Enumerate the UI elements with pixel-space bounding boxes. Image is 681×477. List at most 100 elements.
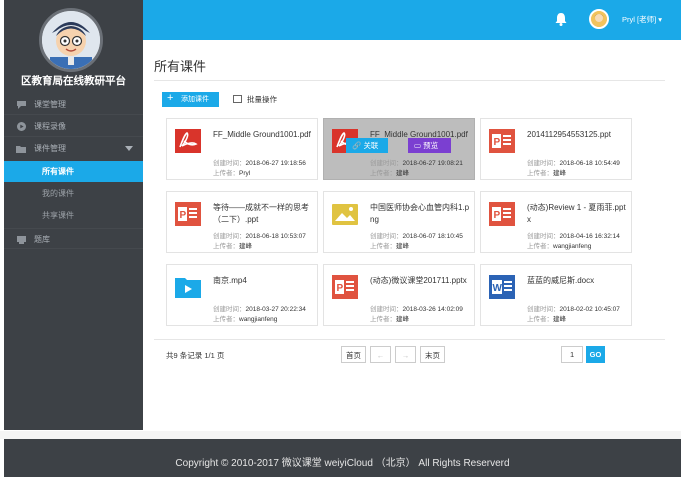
created-value: 2018-02-02 10:45:07 [559, 306, 620, 313]
image-file-icon [332, 202, 358, 226]
pdf-file-icon [175, 129, 201, 153]
sidebar-item-label: 题库 [34, 235, 50, 244]
uploader: 上传者：wangjianfeng [213, 313, 277, 323]
sidebar-item-label: 课堂管理 [34, 100, 66, 109]
plus-icon: + [167, 92, 174, 104]
preview-icon: ▭ [414, 141, 424, 150]
sidebar-item-label: 课程录像 [34, 122, 66, 131]
uploader: 上传者：建峰 [527, 313, 566, 323]
courseware-card[interactable]: P 等待——成就不一样的思考（二下）.ppt 创建时间：2018-06-18 10:… [166, 191, 318, 253]
sidebar-subitem-shared-courseware[interactable]: 共享课件 [4, 205, 143, 226]
page-number-input[interactable]: 1 [561, 346, 583, 363]
courseware-card[interactable]: W 蓝蓝的威尼斯.docx 创建时间：2018-02-02 10:45:07 上传者：… [480, 264, 632, 326]
uploader-label: 上传者： [213, 170, 239, 177]
created-value: 2018-03-27 20:22:34 [245, 306, 306, 313]
sidebar-item-library[interactable]: 题库 [4, 228, 143, 249]
add-courseware-button[interactable]: + 添加课件 [162, 92, 219, 107]
sidebar-subitem-my-courseware[interactable]: 我的课件 [4, 183, 143, 204]
platform-avatar [39, 8, 103, 72]
uploader: 上传者：Pryl [213, 167, 250, 177]
uploader-value: wangjianfeng [553, 243, 592, 250]
uploader-label: 上传者： [370, 170, 396, 177]
ppt-file-icon: P [489, 202, 515, 226]
courseware-name[interactable]: 南京.mp4 [213, 275, 313, 287]
uploader-label: 上传者： [527, 243, 553, 250]
created-value: 2018-06-18 10:54:49 [559, 160, 620, 167]
sidebar-subitem-all-courseware[interactable]: 所有课件 [4, 161, 143, 182]
footer: Copyright © 2010-2017 微议课堂 weiyiCloud （北… [4, 439, 681, 477]
user-avatar[interactable] [589, 9, 609, 29]
created-time: 创建时间：2018-02-02 10:45:07 [527, 303, 620, 313]
uploader: 上传者：建峰 [370, 313, 409, 323]
courseware-card[interactable]: 中国医师协会心血管内科1.png 创建时间：2018-06-07 18:10:45… [323, 191, 475, 253]
bell-icon[interactable] [554, 12, 568, 26]
courseware-name[interactable]: 等待——成就不一样的思考（二下）.ppt [213, 202, 313, 226]
sidebar-subitem-label: 我的课件 [42, 189, 74, 198]
courseware-card[interactable]: 南京.mp4 创建时间：2018-03-27 20:22:34 上传者：wangji… [166, 264, 318, 326]
svg-text:W: W [493, 283, 503, 294]
created-label: 创建时间： [370, 306, 403, 313]
user-menu[interactable]: Pryl [老师] ▾ [622, 14, 662, 25]
page-title: 所有课件 [154, 59, 207, 74]
courseware-card[interactable]: FF_Middle Ground1001.pdf 创建时间：2018-06-27 … [323, 118, 475, 180]
created-time: 创建时间：2018-06-18 10:54:49 [527, 157, 620, 167]
uploader: 上传者：建峰 [370, 240, 409, 250]
courseware-name[interactable]: FF_Middle Ground1001.pdf [213, 129, 313, 141]
preview-button[interactable]: ▭ 预览 [408, 138, 451, 153]
created-time: 创建时间：2018-06-07 18:10:45 [370, 230, 463, 240]
uploader-label: 上传者： [213, 243, 239, 250]
uploader: 上传者：建峰 [370, 167, 409, 177]
uploader-label: 上传者： [370, 243, 396, 250]
svg-text:P: P [180, 210, 187, 221]
ppt-file-icon: P [175, 202, 201, 226]
courseware-card[interactable]: FF_Middle Ground1001.pdf 创建时间：2018-06-27 … [166, 118, 318, 180]
link-button[interactable]: 🔗 关联 [346, 138, 388, 153]
sidebar-item-recordings[interactable]: 课程录像 [4, 116, 143, 137]
uploader-label: 上传者： [213, 316, 239, 323]
courseware-name[interactable]: (动态)微议课堂201711.pptx [370, 275, 470, 287]
preview-label: 预览 [423, 141, 439, 150]
created-label: 创建时间： [527, 160, 560, 167]
created-time: 创建时间：2018-03-27 20:22:34 [213, 303, 306, 313]
svg-text:P: P [494, 137, 501, 148]
courseware-name[interactable]: 蓝蓝的威尼斯.docx [527, 275, 627, 287]
uploader-value: 建峰 [396, 170, 409, 177]
caret-down-icon [125, 138, 133, 159]
first-page-button[interactable]: 首页 [341, 346, 366, 363]
sidebar-item-classroom[interactable]: 课堂管理 [4, 94, 143, 115]
next-page-button[interactable]: → [395, 346, 416, 363]
go-button[interactable]: GO [586, 346, 605, 363]
top-bar: Pryl [老师] ▾ [143, 0, 681, 40]
batch-icon [233, 95, 242, 103]
courseware-card[interactable]: P 2014112954553125.ppt 创建时间：2018-06-18 10:… [480, 118, 632, 180]
courseware-name[interactable]: 2014112954553125.ppt [527, 129, 627, 141]
courseware-card[interactable]: P (动态)Review 1 - 夏雨菲.pptx 创建时间：2018-04-16 … [480, 191, 632, 253]
created-time: 创建时间：2018-06-27 19:18:56 [213, 157, 306, 167]
created-value: 2018-06-27 19:08:21 [402, 160, 463, 167]
created-value: 2018-06-27 19:18:56 [245, 160, 306, 167]
word-file-icon: W [489, 275, 515, 299]
sidebar-item-courseware[interactable]: 课件管理 [4, 138, 143, 159]
courseware-name[interactable]: (动态)Review 1 - 夏雨菲.pptx [527, 202, 627, 226]
created-label: 创建时间： [370, 233, 403, 240]
divider [154, 339, 665, 340]
batch-operation-button[interactable]: 批量操作 [233, 92, 277, 107]
last-page-button[interactable]: 末页 [420, 346, 445, 363]
uploader-value: 建峰 [553, 316, 566, 323]
cartoon-avatar-icon [42, 11, 100, 69]
ppt-file-icon: P [332, 275, 358, 299]
created-label: 创建时间： [213, 306, 246, 313]
created-value: 2018-06-07 18:10:45 [402, 233, 463, 240]
link-label: 关联 [363, 141, 379, 150]
link-icon: 🔗 [352, 141, 364, 150]
uploader-value: 建峰 [396, 243, 409, 250]
created-label: 创建时间： [213, 160, 246, 167]
courseware-name[interactable]: 中国医师协会心血管内科1.png [370, 202, 470, 226]
uploader-label: 上传者： [370, 316, 396, 323]
folder-icon [16, 138, 26, 161]
record-summary: 共9 条记录 1/1 页 [166, 351, 225, 360]
courseware-card[interactable]: P (动态)微议课堂201711.pptx 创建时间：2018-03-26 14:0… [323, 264, 475, 326]
created-time: 创建时间：2018-04-16 16:32:14 [527, 230, 620, 240]
created-label: 创建时间： [527, 306, 560, 313]
prev-page-button[interactable]: ← [370, 346, 391, 363]
